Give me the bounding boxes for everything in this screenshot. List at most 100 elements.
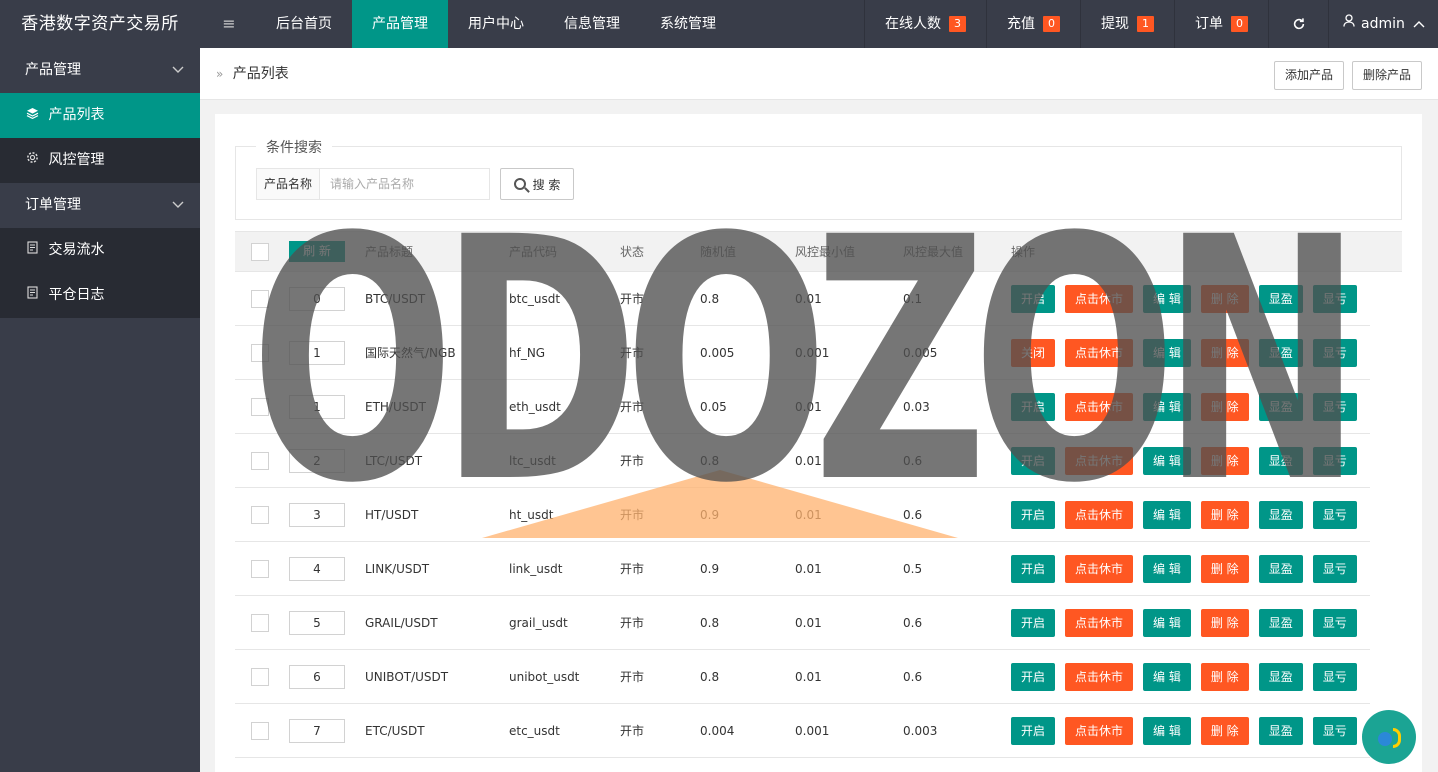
- toggle-button[interactable]: 开启: [1011, 716, 1056, 745]
- show-profit-button[interactable]: 显盈: [1258, 500, 1303, 529]
- refresh-button[interactable]: 刷 新: [289, 241, 345, 262]
- close-market-button[interactable]: 点击休市: [1065, 500, 1134, 529]
- search-input[interactable]: [320, 168, 491, 200]
- show-profit-button[interactable]: 显盈: [1258, 392, 1303, 421]
- row-checkbox[interactable]: [251, 397, 269, 416]
- row-checkbox[interactable]: [251, 289, 269, 308]
- refresh-icon[interactable]: [1268, 0, 1328, 48]
- row-checkbox[interactable]: [251, 505, 269, 524]
- row-checkbox[interactable]: [251, 721, 269, 740]
- toggle-button[interactable]: 开启: [1011, 500, 1056, 529]
- toggle-button[interactable]: 开启: [1011, 662, 1056, 691]
- select-all-checkbox[interactable]: [251, 242, 269, 261]
- nav-product-management[interactable]: 产品管理: [352, 0, 448, 48]
- close-market-button[interactable]: 点击休市: [1065, 284, 1134, 313]
- sidebar-item-transactions[interactable]: 交易流水: [0, 228, 200, 273]
- show-profit-button[interactable]: 显盈: [1258, 608, 1303, 637]
- edit-button[interactable]: 编 辑: [1143, 554, 1191, 583]
- risk-min-value: 0.01: [795, 399, 822, 414]
- sort-order-input[interactable]: 5: [289, 610, 345, 635]
- row-checkbox[interactable]: [251, 613, 269, 632]
- sidebar-item-risk-control[interactable]: 风控管理: [0, 138, 200, 183]
- nav-info-management[interactable]: 信息管理: [544, 0, 640, 48]
- row-checkbox[interactable]: [251, 451, 269, 470]
- show-profit-button[interactable]: 显盈: [1258, 716, 1303, 745]
- withdraw[interactable]: 提现 1: [1080, 0, 1174, 48]
- orders[interactable]: 订单 0: [1174, 0, 1268, 48]
- close-market-button[interactable]: 点击休市: [1065, 608, 1134, 637]
- close-market-button[interactable]: 点击休市: [1065, 662, 1134, 691]
- row-checkbox[interactable]: [251, 343, 269, 362]
- toggle-button[interactable]: 关闭: [1011, 338, 1056, 367]
- delete-button[interactable]: 删 除: [1200, 446, 1249, 475]
- add-product-button[interactable]: 添加产品: [1273, 61, 1344, 90]
- show-profit-button[interactable]: 显盈: [1258, 284, 1303, 313]
- show-loss-button[interactable]: 显亏: [1312, 284, 1357, 313]
- show-loss-button[interactable]: 显亏: [1312, 392, 1357, 421]
- show-loss-button[interactable]: 显亏: [1312, 716, 1357, 745]
- nav-user-center[interactable]: 用户中心: [448, 0, 544, 48]
- delete-product-button[interactable]: 删除产品: [1351, 61, 1422, 90]
- show-loss-button[interactable]: 显亏: [1312, 554, 1357, 583]
- orders-badge: 0: [1231, 16, 1248, 32]
- delete-button[interactable]: 删 除: [1200, 608, 1249, 637]
- online-users[interactable]: 在线人数 3: [864, 0, 986, 48]
- sort-order-input[interactable]: 6: [289, 664, 345, 689]
- delete-button[interactable]: 删 除: [1200, 392, 1249, 421]
- row-checkbox[interactable]: [251, 559, 269, 578]
- menu-toggle-icon[interactable]: ≡: [206, 0, 252, 48]
- show-loss-button[interactable]: 显亏: [1312, 338, 1357, 367]
- show-loss-button[interactable]: 显亏: [1312, 446, 1357, 475]
- sort-order-input[interactable]: 2: [289, 448, 345, 473]
- edit-button[interactable]: 编 辑: [1143, 662, 1191, 691]
- delete-button[interactable]: 删 除: [1200, 284, 1249, 313]
- sort-order-input[interactable]: 3: [289, 502, 345, 527]
- row-checkbox[interactable]: [251, 667, 269, 686]
- toggle-button[interactable]: 开启: [1011, 608, 1056, 637]
- show-profit-button[interactable]: 显盈: [1258, 446, 1303, 475]
- search-button[interactable]: 搜 索: [500, 168, 575, 200]
- close-market-button[interactable]: 点击休市: [1065, 338, 1134, 367]
- close-market-button[interactable]: 点击休市: [1065, 716, 1134, 745]
- show-profit-button[interactable]: 显盈: [1258, 662, 1303, 691]
- delete-button[interactable]: 删 除: [1200, 662, 1249, 691]
- close-market-button[interactable]: 点击休市: [1065, 446, 1134, 475]
- show-loss-button[interactable]: 显亏: [1312, 500, 1357, 529]
- sort-order-input[interactable]: 4: [289, 556, 345, 581]
- recharge[interactable]: 充值 0: [986, 0, 1080, 48]
- close-market-button[interactable]: 点击休市: [1065, 554, 1134, 583]
- edit-button[interactable]: 编 辑: [1143, 446, 1191, 475]
- delete-button[interactable]: 删 除: [1200, 554, 1249, 583]
- sidebar-item-product-list[interactable]: 产品列表: [0, 93, 200, 138]
- toggle-button[interactable]: 开启: [1011, 392, 1056, 421]
- close-market-button[interactable]: 点击休市: [1065, 392, 1134, 421]
- edit-button[interactable]: 编 辑: [1143, 392, 1191, 421]
- sidebar-item-close-log[interactable]: 平仓日志: [0, 273, 200, 318]
- nav-system-management[interactable]: 系统管理: [640, 0, 736, 48]
- sort-order-input[interactable]: 1: [289, 394, 345, 419]
- sidebar-group-product[interactable]: 产品管理: [0, 48, 200, 93]
- edit-button[interactable]: 编 辑: [1143, 338, 1191, 367]
- show-loss-button[interactable]: 显亏: [1312, 662, 1357, 691]
- toggle-button[interactable]: 开启: [1011, 554, 1056, 583]
- sort-order-input[interactable]: 7: [289, 718, 345, 743]
- delete-button[interactable]: 删 除: [1200, 338, 1249, 367]
- toggle-button[interactable]: 开启: [1011, 446, 1056, 475]
- speaker-icon: [1378, 726, 1401, 748]
- sidebar-group-orders[interactable]: 订单管理: [0, 183, 200, 228]
- show-profit-button[interactable]: 显盈: [1258, 338, 1303, 367]
- edit-button[interactable]: 编 辑: [1143, 608, 1191, 637]
- edit-button[interactable]: 编 辑: [1143, 716, 1191, 745]
- voice-assistant-button[interactable]: [1362, 710, 1416, 764]
- nav-home[interactable]: 后台首页: [256, 0, 352, 48]
- user-menu[interactable]: admin: [1328, 0, 1438, 48]
- edit-button[interactable]: 编 辑: [1143, 284, 1191, 313]
- show-loss-button[interactable]: 显亏: [1312, 608, 1357, 637]
- sort-order-input[interactable]: 0: [289, 286, 345, 311]
- toggle-button[interactable]: 开启: [1011, 284, 1056, 313]
- edit-button[interactable]: 编 辑: [1143, 500, 1191, 529]
- delete-button[interactable]: 删 除: [1200, 716, 1249, 745]
- sort-order-input[interactable]: 1: [289, 340, 345, 365]
- show-profit-button[interactable]: 显盈: [1258, 554, 1303, 583]
- delete-button[interactable]: 删 除: [1200, 500, 1249, 529]
